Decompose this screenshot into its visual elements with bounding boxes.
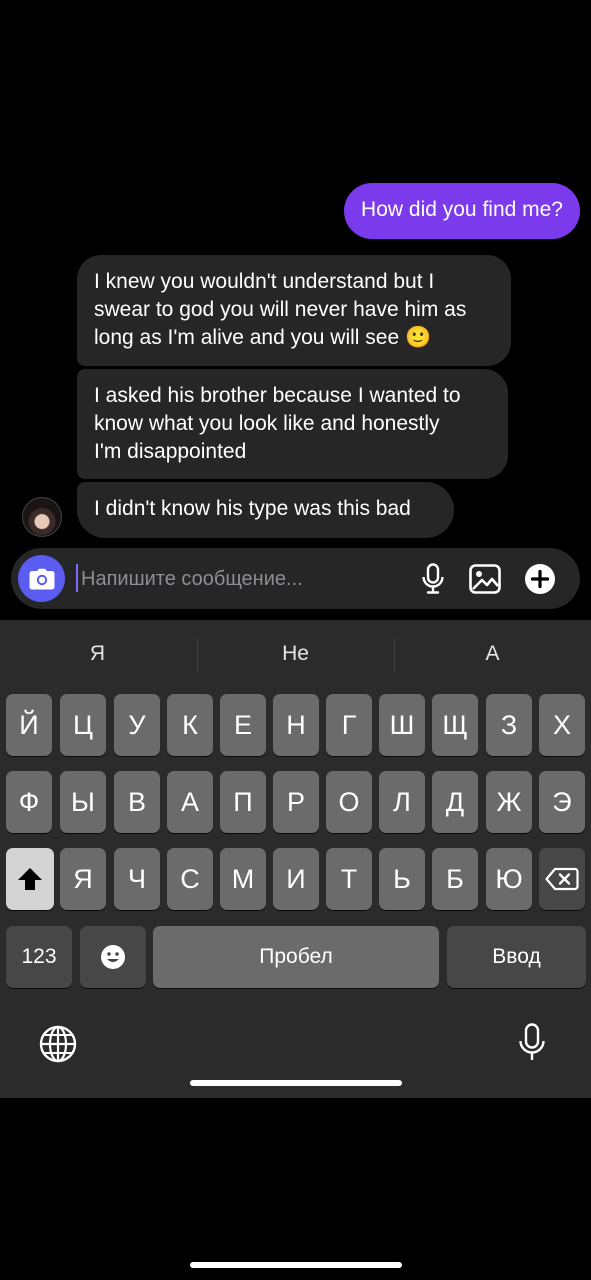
key-2-6[interactable]: Р <box>273 771 319 833</box>
keyboard: Я Не А Й Ц У К Е Н Г Ш Щ З Х Ф Ы В А П Р… <box>0 620 591 1098</box>
home-indicator <box>190 1262 402 1268</box>
key-2-3[interactable]: В <box>114 771 160 833</box>
text-caret <box>76 564 78 592</box>
message-text: I asked his brother because I wanted to … <box>94 384 461 463</box>
key-2-2[interactable]: Ы <box>60 771 106 833</box>
gallery-icon <box>469 564 501 594</box>
key-3-6[interactable]: Т <box>326 848 372 910</box>
message-incoming[interactable]: I knew you wouldn't understand but I swe… <box>77 255 511 366</box>
message-text: How did you find me? <box>361 198 563 221</box>
key-1-1[interactable]: Й <box>6 694 52 756</box>
key-1-8[interactable]: Ш <box>379 694 425 756</box>
key-2-5[interactable]: П <box>220 771 266 833</box>
key-1-9[interactable]: Щ <box>432 694 478 756</box>
key-2-9[interactable]: Д <box>432 771 478 833</box>
key-2-11[interactable]: Э <box>539 771 585 833</box>
key-1-6[interactable]: Н <box>273 694 319 756</box>
key-1-7[interactable]: Г <box>326 694 372 756</box>
globe-icon <box>39 1025 77 1063</box>
key-1-2[interactable]: Ц <box>60 694 106 756</box>
message-incoming[interactable]: I asked his brother because I wanted to … <box>77 369 508 479</box>
globe-button[interactable] <box>38 1024 78 1064</box>
numbers-key[interactable]: 123 <box>6 926 72 988</box>
dictation-icon <box>519 1023 545 1060</box>
key-1-5[interactable]: Е <box>220 694 266 756</box>
key-2-10[interactable]: Ж <box>486 771 532 833</box>
suggestion-2[interactable]: Не <box>198 642 393 666</box>
key-2-4[interactable]: А <box>167 771 213 833</box>
key-1-3[interactable]: У <box>114 694 160 756</box>
key-3-8[interactable]: Б <box>432 848 478 910</box>
key-1-4[interactable]: К <box>167 694 213 756</box>
emoji-key[interactable] <box>80 926 146 988</box>
key-3-9[interactable]: Ю <box>486 848 532 910</box>
microphone-icon <box>422 563 444 594</box>
message-text: I didn't know his type was this bad <box>94 497 411 520</box>
avatar[interactable] <box>22 497 62 537</box>
message-outgoing[interactable]: How did you find me? <box>344 183 580 239</box>
emoji-icon <box>101 945 125 969</box>
gallery-button[interactable] <box>468 562 502 596</box>
suggestion-1[interactable]: Я <box>0 642 195 666</box>
plus-button[interactable] <box>523 562 557 596</box>
camera-icon <box>29 568 54 589</box>
key-2-1[interactable]: Ф <box>6 771 52 833</box>
space-key[interactable]: Пробел <box>153 926 439 988</box>
key-3-1[interactable]: Я <box>60 848 106 910</box>
key-2-8[interactable]: Л <box>379 771 425 833</box>
key-3-5[interactable]: И <box>273 848 319 910</box>
enter-key[interactable]: Ввод <box>447 926 586 988</box>
suggestion-3[interactable]: А <box>395 642 590 666</box>
message-composer <box>11 548 580 609</box>
message-incoming[interactable]: I didn't know his type was this bad <box>77 482 454 538</box>
dictation-button[interactable] <box>514 1022 550 1064</box>
shift-key[interactable] <box>6 848 54 910</box>
home-indicator <box>190 1080 402 1086</box>
key-1-10[interactable]: З <box>486 694 532 756</box>
shift-icon <box>18 868 42 890</box>
backspace-key[interactable] <box>539 848 585 910</box>
backspace-icon <box>545 867 579 891</box>
key-2-7[interactable]: О <box>326 771 372 833</box>
message-input[interactable] <box>79 556 413 602</box>
key-3-7[interactable]: Ь <box>379 848 425 910</box>
plus-icon <box>525 564 555 594</box>
key-3-3[interactable]: С <box>167 848 213 910</box>
key-1-11[interactable]: Х <box>539 694 585 756</box>
microphone-button[interactable] <box>416 562 450 596</box>
camera-button[interactable] <box>18 555 65 602</box>
key-3-2[interactable]: Ч <box>114 848 160 910</box>
key-3-4[interactable]: М <box>220 848 266 910</box>
message-text: I knew you wouldn't understand but I swe… <box>94 270 467 349</box>
